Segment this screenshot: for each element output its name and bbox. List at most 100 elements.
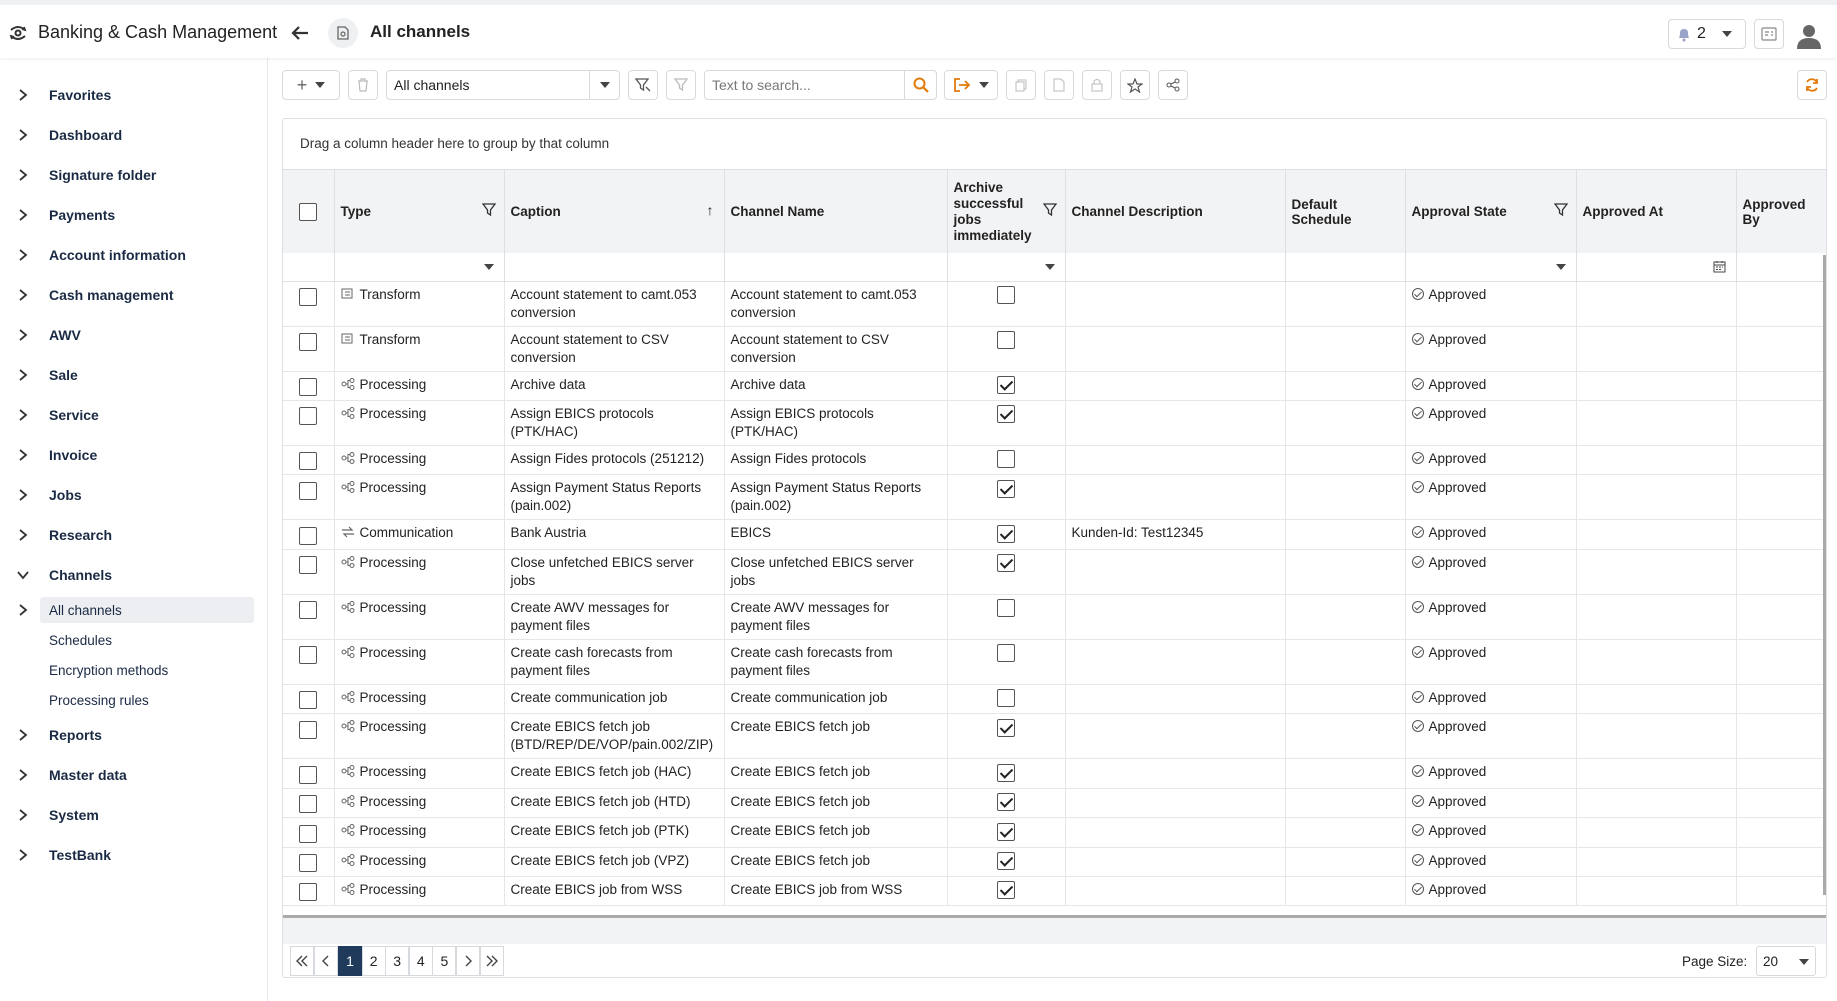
page-button[interactable]: 3 [385,946,410,976]
sidebar-item-reports[interactable]: Reports [0,715,267,755]
archive-checkbox[interactable] [997,450,1015,469]
refresh-button[interactable] [1797,70,1827,100]
calendar-icon[interactable] [1713,260,1726,273]
row-checkbox[interactable] [299,407,318,426]
column-header-default-schedule[interactable]: Default Schedule [1285,170,1406,253]
vertical-scrollbar[interactable] [1823,255,1826,895]
filter-icon[interactable] [481,203,496,217]
table-row[interactable]: Processing Create EBICS fetch job (VPZ) Cr… [283,847,1826,878]
archive-checkbox[interactable] [997,644,1015,663]
caption-filter[interactable] [504,253,725,282]
sidebar-item-sale[interactable]: Sale [0,355,267,395]
row-checkbox[interactable] [299,795,318,814]
row-checkbox[interactable] [299,287,318,306]
search-input[interactable] [712,77,902,93]
page-size-select[interactable]: 20 [1756,946,1816,976]
table-row[interactable]: Processing Create EBICS fetch job (PTK) Cr… [283,817,1826,848]
column-header-approved-by[interactable]: Approved By [1736,170,1826,253]
table-row[interactable]: Processing Create EBICS fetch job (BTD/RE… [283,713,1826,760]
type-filter[interactable] [334,253,505,282]
row-checkbox[interactable] [299,377,318,396]
table-row[interactable]: Processing Assign Fides protocols (251212… [283,445,1826,476]
sidebar-item-awv[interactable]: AWV [0,315,267,355]
first-page-button[interactable] [290,946,314,976]
sidebar-item-account-information[interactable]: Account information [0,235,267,275]
sidebar-item-system[interactable]: System [0,795,267,835]
archive-checkbox[interactable] [997,405,1015,424]
filter-icon[interactable] [1553,203,1568,217]
select-all-checkbox[interactable] [299,202,318,221]
prev-page-button[interactable] [314,946,338,976]
archive-checkbox[interactable] [997,285,1015,304]
view-select-dropdown[interactable] [589,71,619,99]
lock-button[interactable] [1082,70,1112,100]
table-row[interactable]: Transform Account statement to camt.053 c… [283,281,1826,327]
schedule-filter[interactable] [1285,253,1406,282]
group-by-panel[interactable]: Drag a column header here to group by th… [283,119,1826,170]
approved-by-filter[interactable] [1736,253,1826,282]
approval-state-filter[interactable] [1405,253,1577,282]
description-filter[interactable] [1065,253,1286,282]
row-checkbox[interactable] [299,556,318,575]
row-checkbox[interactable] [299,452,318,471]
sidebar-item-service[interactable]: Service [0,395,267,435]
table-row[interactable]: Processing Create EBICS job from WSS Creat… [283,876,1826,907]
sidebar-item-dashboard[interactable]: Dashboard [0,115,267,155]
archive-checkbox[interactable] [997,689,1015,708]
table-row[interactable]: Communication Bank Austria EBICS Kunden-Id:… [283,519,1826,550]
archive-filter[interactable] [947,253,1066,282]
column-header-caption[interactable]: Caption ↑ [504,170,725,253]
sidebar-item-favorites[interactable]: Favorites [0,75,267,115]
row-checkbox[interactable] [299,601,318,620]
sidebar-subitem-all-channels[interactable]: All channels [0,595,267,625]
column-header-approved-at[interactable]: Approved At [1576,170,1737,253]
table-row[interactable]: Processing Create cash forecasts from pay… [283,639,1826,685]
sidebar-item-channels[interactable]: Channels [0,555,267,595]
next-page-button[interactable] [456,946,480,976]
clear-filter-button[interactable] [666,70,696,100]
page-button[interactable]: 4 [408,946,433,976]
archive-checkbox[interactable] [997,852,1015,870]
notifications-button[interactable]: 2 [1668,19,1746,49]
archive-checkbox[interactable] [997,375,1015,394]
archive-checkbox[interactable] [997,479,1015,498]
channel-name-filter[interactable] [724,253,948,282]
last-page-button[interactable] [480,946,504,976]
table-row[interactable]: Processing Archive data Archive data Approv… [283,371,1826,401]
filter-settings-button[interactable] [628,70,658,100]
column-header-approval-state[interactable]: Approval State [1405,170,1577,253]
sidebar-item-testbank[interactable]: TestBank [0,835,267,875]
user-avatar-icon[interactable] [1796,23,1822,49]
column-header-type[interactable]: Type [334,170,505,253]
table-row[interactable]: Processing Assign EBICS protocols (PTK/HA… [283,400,1826,446]
row-checkbox[interactable] [299,854,318,872]
sidebar-item-research[interactable]: Research [0,515,267,555]
sidebar-item-jobs[interactable]: Jobs [0,475,267,515]
column-header-description[interactable]: Channel Description [1065,170,1286,253]
archive-checkbox[interactable] [997,718,1015,737]
back-arrow-icon[interactable] [288,21,312,45]
sidebar-subitem-schedules[interactable]: Schedules [0,625,267,655]
column-header-archive[interactable]: Archive successful jobs immediately [947,170,1066,253]
page-button[interactable]: 5 [432,946,457,976]
sidebar-item-payments[interactable]: Payments [0,195,267,235]
row-checkbox[interactable] [299,691,318,710]
archive-checkbox[interactable] [997,793,1015,812]
add-button[interactable]: + [282,70,340,100]
sidebar-item-master-data[interactable]: Master data [0,755,267,795]
row-checkbox[interactable] [299,481,318,500]
filter-icon[interactable] [1042,203,1057,217]
delete-button[interactable] [348,70,378,100]
table-row[interactable]: Processing Create EBICS fetch job (HTD) Cr… [283,788,1826,819]
archive-checkbox[interactable] [997,554,1015,573]
row-checkbox[interactable] [299,332,318,351]
row-checkbox[interactable] [299,526,318,545]
copy-button[interactable] [1006,70,1036,100]
archive-checkbox[interactable] [997,822,1015,841]
view-select[interactable]: All channels [386,70,620,100]
row-checkbox[interactable] [299,646,318,665]
archive-checkbox[interactable] [997,881,1015,900]
search-button[interactable] [904,71,936,99]
row-checkbox[interactable] [299,824,318,843]
table-row[interactable]: Processing Create communication job Create… [283,684,1826,715]
